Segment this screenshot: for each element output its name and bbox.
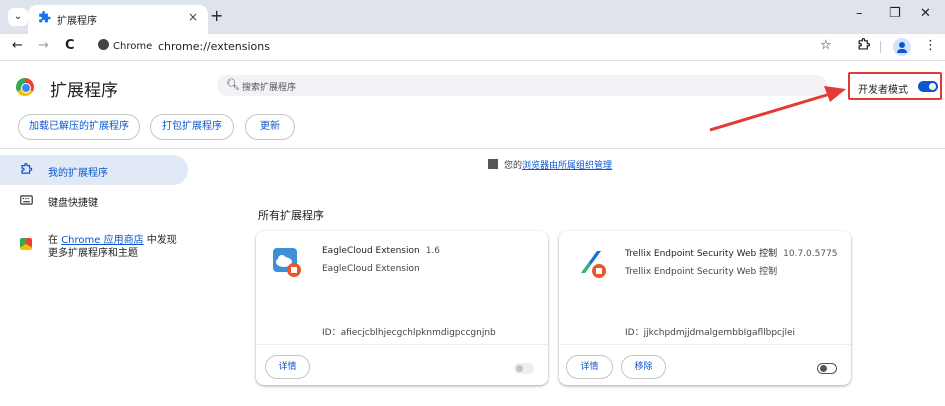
page-title: 扩展程序 [50,81,118,101]
extension-name: Trellix Endpoint Security Web 控制 10.7.0.5… [625,249,838,259]
developer-mode-toggle[interactable] [918,81,938,92]
trellix-icon [581,251,606,278]
sidebar-item-keyboard-shortcuts[interactable]: 键盘快捷键 [0,185,188,215]
remove-button[interactable]: 移除 [621,355,666,379]
header-divider [0,148,945,149]
extension-id: ID：jjkchpdmjjdmalgembbIgafllbpcjlei [625,328,796,338]
forward-button[interactable]: → [38,38,49,53]
back-button[interactable]: ← [12,38,23,53]
eaglecloud-icon [273,248,301,277]
extension-card-trellix: Trellix Endpoint Security Web 控制 10.7.0.5… [559,231,851,385]
search-placeholder: 搜索扩展程序 [242,83,297,93]
restore-button[interactable]: ❐ [889,6,901,21]
chrome-logo-icon [16,78,34,96]
managed-notice: 您的浏览器由所属组织管理 [488,158,612,171]
developer-mode-label: 开发者模式 [858,85,908,96]
bookmark-star-icon[interactable]: ☆ [820,38,832,53]
minimize-button[interactable]: – [856,6,863,21]
reload-button[interactable]: C [65,38,75,53]
tab-title: 扩展程序 [57,16,97,27]
keyboard-icon [20,195,33,205]
load-unpacked-button[interactable]: 加载已解压的扩展程序 [18,114,140,140]
toolbar-divider [880,41,881,53]
extension-description: EagleCloud Extension [322,264,420,274]
web-store-link[interactable]: Chrome 应用商店 [61,235,143,246]
web-store-promo: 在 Chrome 应用商店 中发现 更多扩展程序和主题 [48,235,177,259]
sidebar-item-label: 键盘快捷键 [48,198,98,209]
extension-version: 10.7.0.5775 [783,249,838,259]
tab-extensions[interactable]: 扩展程序 × [28,5,208,34]
pack-extension-button[interactable]: 打包扩展程序 [150,114,234,140]
managed-link[interactable]: 浏览器由所属组织管理 [522,161,612,171]
browser-toolbar: ← → C Chrome chrome://extensions [0,34,945,60]
card-divider [256,344,548,345]
close-window-button[interactable]: ✕ [920,6,931,21]
developer-mode-highlight: 开发者模式 [848,72,942,100]
extension-description: Trellix Endpoint Security Web 控制 [625,267,778,277]
sidebar-item-my-extensions[interactable]: 我的扩展程序 [0,155,188,185]
extension-id: ID：afiecjcblhjecgchlpknmdigpccgnjnb [322,328,496,338]
extension-version: 1.6 [425,246,441,256]
toolbar-divider-line [0,60,945,61]
new-tab-button[interactable]: + [210,6,223,25]
puzzle-icon [21,163,33,174]
puzzle-icon [39,11,51,23]
details-button[interactable]: 详情 [265,355,310,379]
profile-avatar[interactable] [893,38,911,56]
url-text: chrome://extensions [158,40,270,53]
chrome-icon [98,39,109,50]
chrome-web-store-icon [20,238,32,250]
card-divider [559,344,851,345]
address-bar[interactable]: Chrome chrome://extensions [90,36,840,58]
extension-enable-toggle[interactable] [817,363,837,374]
search-icon: 🔍︎ [226,78,240,91]
menu-icon[interactable]: ⋮ [924,38,937,53]
section-title: 所有扩展程序 [258,209,324,222]
update-button[interactable]: 更新 [245,114,295,140]
tab-strip: ⌄ 扩展程序 × + – ❐ ✕ [0,0,945,34]
site-info-chip[interactable]: Chrome [92,36,159,58]
extensions-puzzle-icon[interactable] [857,38,871,52]
annotation-arrow [709,86,846,132]
building-icon [488,159,498,169]
extension-enable-toggle[interactable] [514,363,534,374]
extension-card-eaglecloud: EagleCloud Extension 1.6 EagleCloud Exten… [256,231,548,385]
close-tab-icon[interactable]: × [188,10,198,24]
sidebar-item-label: 我的扩展程序 [48,168,108,179]
extension-name: EagleCloud Extension 1.6 [322,246,441,256]
details-button[interactable]: 详情 [566,355,613,379]
tab-search-button[interactable]: ⌄ [8,8,28,26]
